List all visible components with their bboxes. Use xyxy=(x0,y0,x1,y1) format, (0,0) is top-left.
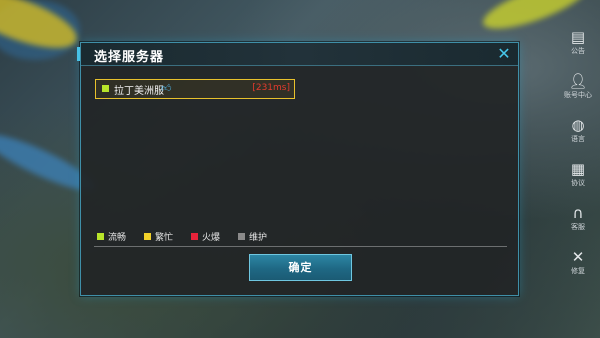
legend-swatch xyxy=(144,233,152,240)
status-legend: 流畅 繁忙 火爆 维护 xyxy=(97,230,285,243)
side-menu-label: 语言 xyxy=(571,134,585,143)
close-icon: ✕ xyxy=(497,44,511,63)
legend-label: 流畅 xyxy=(108,233,127,243)
legend-swatch xyxy=(97,233,104,240)
side-menu-label: 客服 xyxy=(571,222,585,231)
side-menu-label: 账号中心 xyxy=(564,90,592,99)
headset-icon: ∩ xyxy=(572,203,584,222)
server-item[interactable]: 拉丁美洲服 👍︎ [231ms] xyxy=(95,79,295,99)
legend-item-smooth: 流畅 xyxy=(97,230,126,243)
server-select-dialog: 选择服务器 ✕ 拉丁美洲服 👍︎ [231ms] 流畅 繁忙 火爆 维护 确定 xyxy=(77,42,519,296)
side-menu-announcement[interactable]: ▤ 公告 xyxy=(556,20,600,64)
server-status-indicator xyxy=(102,85,109,92)
side-menu-agreement[interactable]: ▦ 协议 xyxy=(556,152,600,196)
side-menu-support[interactable]: ∩ 客服 xyxy=(556,196,600,240)
dialog-header: 选择服务器 ✕ xyxy=(81,43,518,66)
side-menu-label: 公告 xyxy=(571,46,585,55)
user-icon: 👤︎ xyxy=(568,71,588,90)
legend-label: 火爆 xyxy=(202,233,221,243)
legend-label: 繁忙 xyxy=(155,233,174,243)
side-menu-label: 协议 xyxy=(571,178,585,187)
server-name: 拉丁美洲服 xyxy=(114,86,164,97)
server-ping: [231ms] xyxy=(252,83,290,93)
globe-icon: ◍ xyxy=(571,115,585,134)
side-menu-language[interactable]: ◍ 语言 xyxy=(556,108,600,152)
legend-swatch xyxy=(238,233,246,240)
confirm-button[interactable]: 确定 xyxy=(249,254,352,281)
side-menu-repair[interactable]: ✕ 修复 xyxy=(556,240,600,284)
legend-item-maintenance: 维护 xyxy=(238,230,267,243)
wrench-icon: ✕ xyxy=(571,247,585,266)
legend-item-hot: 火爆 xyxy=(191,230,220,243)
side-menu-account[interactable]: 👤︎ 账号中心 xyxy=(556,64,600,108)
dialog-title: 选择服务器 xyxy=(94,50,165,65)
side-menu: ▤ 公告 👤︎ 账号中心 ◍ 语言 ▦ 协议 ∩ 客服 ✕ 修复 xyxy=(556,20,600,284)
legend-item-busy: 繁忙 xyxy=(144,230,173,243)
legend-label: 维护 xyxy=(249,233,268,243)
document-icon: ▦ xyxy=(570,159,586,178)
close-button[interactable]: ✕ xyxy=(494,43,514,65)
announcement-icon: ▤ xyxy=(570,27,586,46)
side-menu-label: 修复 xyxy=(571,266,585,275)
divider xyxy=(94,246,507,247)
thumbs-up-icon: 👍︎ xyxy=(161,83,172,94)
legend-swatch xyxy=(191,233,199,240)
